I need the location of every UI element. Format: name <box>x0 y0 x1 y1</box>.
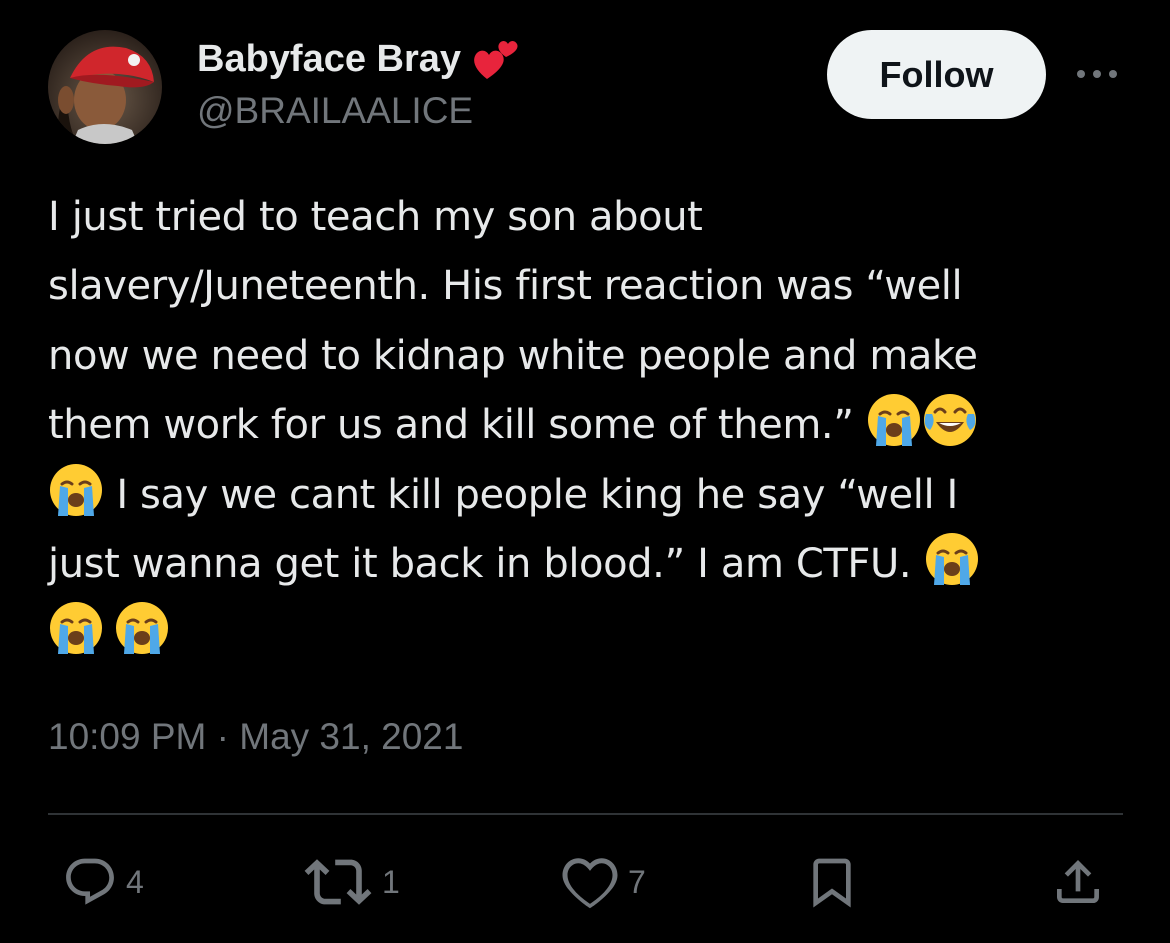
bookmark-button[interactable] <box>804 852 860 912</box>
share-button[interactable] <box>1050 852 1106 912</box>
tweet-line-text: I say we cant kill people king he say “w… <box>104 471 958 518</box>
laughing-emoji-icon <box>923 394 976 447</box>
retweet-icon <box>304 859 372 905</box>
two-hearts-icon <box>473 37 519 81</box>
tweet-line: I say we cant kill people king he say “w… <box>48 461 1123 530</box>
tweet-line: them work for us and kill some of them.” <box>48 391 1123 460</box>
avatar[interactable] <box>48 30 162 144</box>
user-handle[interactable]: @BRAILAALICE <box>197 90 473 132</box>
tweet-line-text: them work for us and kill some of them.” <box>48 402 854 449</box>
display-name-row: Babyface Bray <box>197 36 519 82</box>
like-button[interactable]: 7 <box>560 852 646 912</box>
crying-emoji-icon <box>50 463 102 516</box>
retweet-count: 1 <box>382 863 400 900</box>
tweet-line <box>48 599 1123 668</box>
crying-emoji-icon <box>867 394 920 447</box>
reply-icon <box>66 858 114 905</box>
reply-count: 4 <box>126 863 144 900</box>
crying-emoji-icon <box>50 602 102 655</box>
crying-emoji-icon <box>925 533 978 586</box>
display-name[interactable]: Babyface Bray <box>197 38 461 81</box>
tweet-text: I just tried to teach my son about slave… <box>48 183 1123 669</box>
retweet-button[interactable]: 1 <box>302 852 400 912</box>
follow-button[interactable]: Follow <box>827 30 1046 119</box>
divider <box>48 813 1123 815</box>
share-icon <box>1057 860 1099 903</box>
tweet-line: now we need to kidnap white people and m… <box>48 332 978 379</box>
avatar-image <box>48 30 162 144</box>
heart-icon <box>562 858 618 909</box>
tweet-line: slavery/Juneteenth. His first reaction w… <box>48 263 963 310</box>
bookmark-icon <box>813 858 851 908</box>
crying-emoji-icon <box>116 602 168 655</box>
tweet-line: I just tried to teach my son about <box>48 194 703 240</box>
tweet-line-text: just wanna get it back in blood.” I am C… <box>48 541 912 588</box>
reply-button[interactable]: 4 <box>62 852 144 912</box>
like-count: 7 <box>628 863 646 900</box>
more-horizontal-icon[interactable] <box>1075 64 1119 84</box>
tweet-timestamp[interactable]: 10:09 PM · May 31, 2021 <box>48 716 463 758</box>
tweet-line: just wanna get it back in blood.” I am C… <box>48 530 1123 599</box>
